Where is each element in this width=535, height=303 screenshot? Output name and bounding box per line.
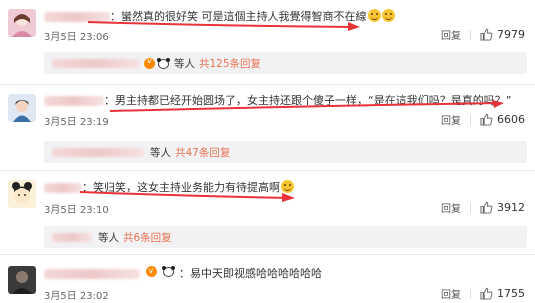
username[interactable] [44, 12, 110, 22]
colon: ： [179, 267, 190, 280]
like-button[interactable]: 6606 [480, 113, 525, 126]
thumbs-up-icon [480, 28, 493, 41]
reply-button[interactable]: 回复 [441, 200, 461, 215]
like-count: 3912 [497, 201, 525, 214]
username[interactable] [52, 148, 144, 157]
smile-emoji-icon [381, 9, 395, 22]
username[interactable] [44, 96, 104, 106]
reply-others: 等人 [150, 147, 171, 159]
avatar[interactable] [8, 180, 36, 208]
reply-preview[interactable]: 等人 共47条回复 [44, 141, 527, 163]
comment-line: ：易中天即视感哈哈哈哈哈哈 [44, 264, 322, 281]
divider [470, 202, 471, 213]
comment-actions: 回复 3912 [441, 200, 525, 215]
vip-badge-icon [144, 56, 155, 69]
like-count: 6606 [497, 113, 525, 126]
reply-preview[interactable]: 等人 共6条回复 [44, 226, 527, 248]
reply-preview[interactable]: 等人 共125条回复 [44, 52, 527, 74]
reply-preview-content: 等人 共125条回复 [52, 56, 261, 71]
comment-time: 3月5日 23:10 [44, 205, 109, 216]
username[interactable] [44, 269, 140, 279]
comment-actions: 回复 7979 [441, 27, 525, 42]
divider [470, 114, 471, 125]
reply-button[interactable]: 回复 [441, 112, 461, 127]
divider [470, 288, 471, 299]
comment-line: ：笑归笑，这女主持业务能力有待提高啊 [44, 180, 294, 195]
avatar[interactable] [8, 9, 36, 37]
comment-text: 男主持都已经开始圆场了，女主持还跟个傻子一样，“是在這我们吗？是真的吗？” [115, 94, 512, 107]
divider [470, 29, 471, 40]
comment-time: 3月5日 23:19 [44, 117, 109, 128]
reply-others: 等人 [98, 232, 119, 244]
smile-emoji-icon [367, 9, 381, 22]
reply-button[interactable]: 回复 [441, 286, 461, 301]
panda-emoji-icon [157, 58, 170, 69]
avatar[interactable] [8, 94, 36, 122]
divider [0, 254, 535, 255]
username[interactable] [52, 59, 140, 68]
colon: ： [110, 10, 121, 23]
username[interactable] [44, 183, 82, 193]
colon: ： [82, 181, 93, 194]
comment-line: ：蠻然真的很好笑 可是這個主持人我覺得智商不在線 [44, 9, 395, 24]
like-button[interactable]: 3912 [480, 201, 525, 214]
divider [0, 84, 535, 85]
colon: ： [104, 94, 115, 107]
reply-button[interactable]: 回复 [441, 27, 461, 42]
reply-preview-content: 等人 共47条回复 [52, 145, 230, 160]
comment-line: ：男主持都已经开始圆场了，女主持还跟个傻子一样，“是在這我们吗？是真的吗？” [44, 94, 511, 108]
comment-text: 笑归笑，这女主持业务能力有待提高啊 [93, 181, 280, 194]
more-replies-link[interactable]: 共125条回复 [199, 56, 261, 71]
comment-text: 蠻然真的很好笑 可是這個主持人我覺得智商不在線 [121, 10, 367, 23]
comment-time: 3月5日 23:02 [44, 291, 109, 302]
divider [0, 170, 535, 171]
reply-preview-content: 等人 共6条回复 [52, 230, 172, 245]
comment-item: ：男主持都已经开始圆场了，女主持还跟个傻子一样，“是在這我们吗？是真的吗？” 3… [0, 86, 535, 166]
more-replies-link[interactable]: 共6条回复 [123, 230, 172, 245]
panda-emoji-icon [162, 266, 175, 277]
like-button[interactable]: 1755 [480, 287, 525, 300]
comment-item: ：易中天即视感哈哈哈哈哈哈 3月5日 23:02 回复 1755 [0, 256, 535, 303]
comment-actions: 回复 1755 [441, 286, 525, 301]
comment-time: 3月5日 23:06 [44, 32, 109, 43]
thumbs-up-icon [480, 287, 493, 300]
comment-item: ：蠻然真的很好笑 可是這個主持人我覺得智商不在線 3月5日 23:06 回复 7… [0, 0, 535, 80]
comment-item: ：笑归笑，这女主持业务能力有待提高啊 3月5日 23:10 回复 3912 等人… [0, 172, 535, 250]
vip-badge-icon [145, 264, 157, 278]
username[interactable] [52, 233, 92, 242]
thumbs-up-icon [480, 113, 493, 126]
more-replies-link[interactable]: 共47条回复 [175, 145, 230, 160]
reply-others: 等人 [174, 58, 195, 70]
avatar[interactable] [8, 266, 36, 294]
comment-actions: 回复 6606 [441, 112, 525, 127]
like-count: 1755 [497, 287, 525, 300]
smile-emoji-icon [281, 180, 294, 193]
comment-text: 易中天即视感哈哈哈哈哈哈 [190, 267, 322, 280]
like-count: 7979 [497, 28, 525, 41]
thumbs-up-icon [480, 201, 493, 214]
like-button[interactable]: 7979 [480, 28, 525, 41]
